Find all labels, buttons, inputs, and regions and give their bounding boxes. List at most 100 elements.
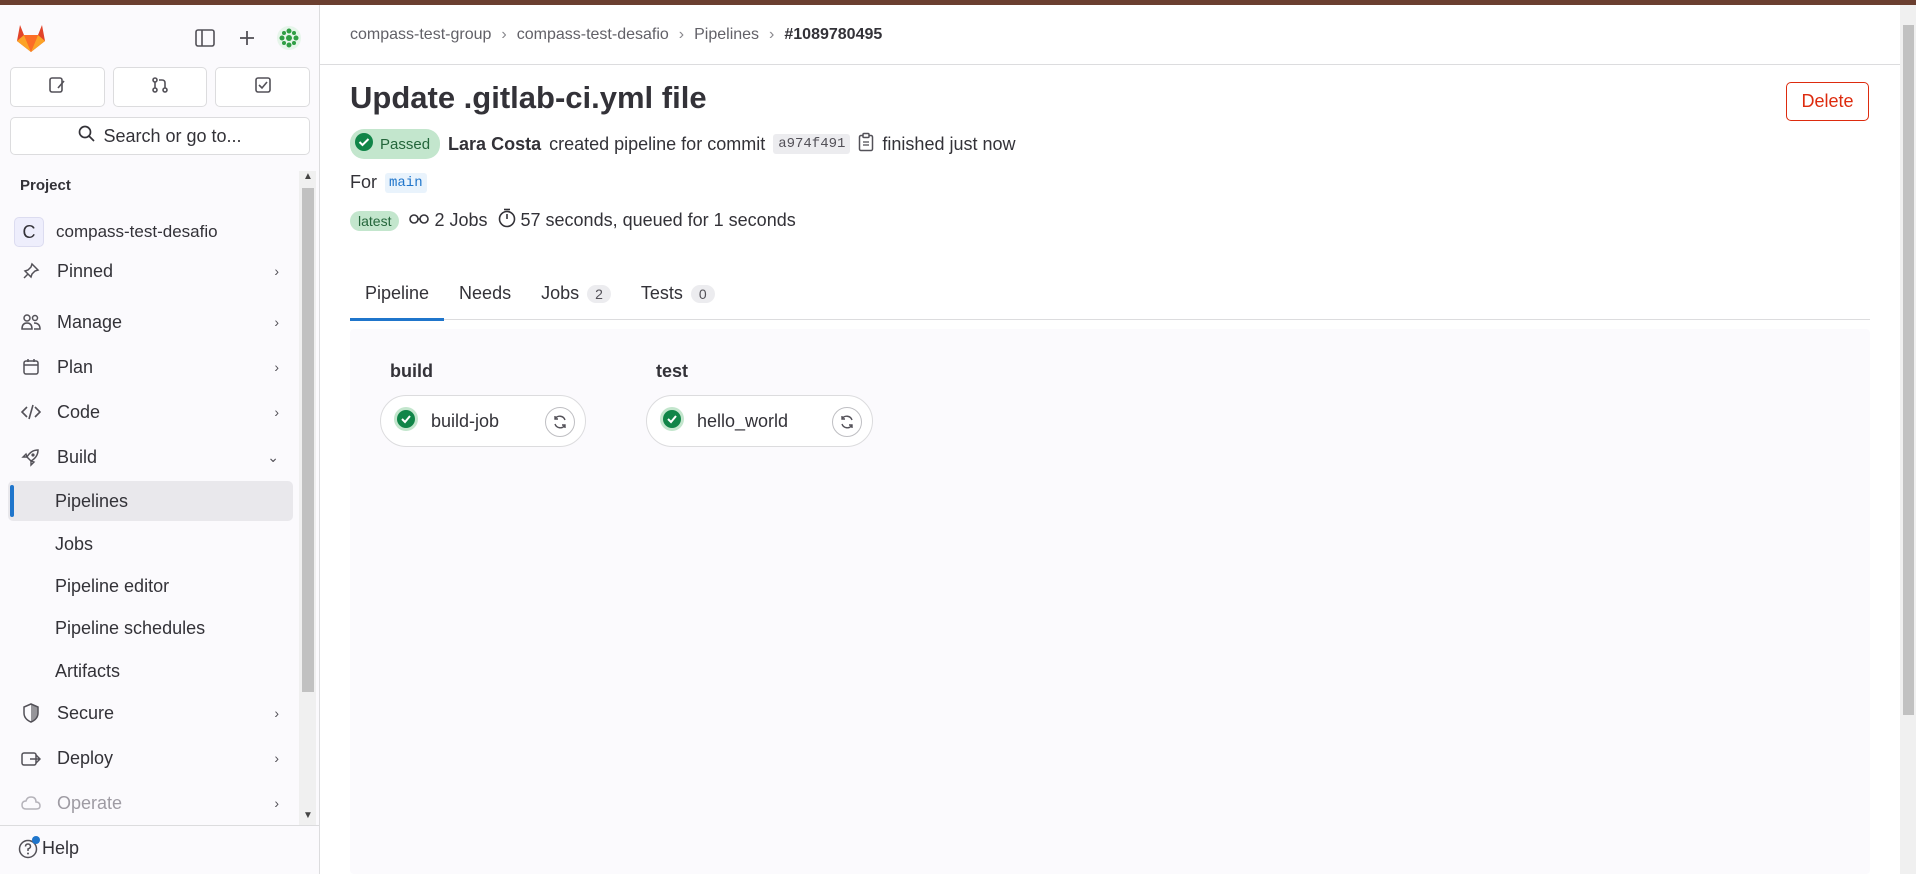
jobs-count: 2 Jobs xyxy=(409,210,488,231)
check-circle-icon xyxy=(659,406,685,437)
search-button[interactable]: Search or go to... xyxy=(10,117,310,155)
chevron-right-icon: › xyxy=(274,404,279,420)
tab-jobs[interactable]: Jobs 2 xyxy=(526,268,626,320)
author-link[interactable]: Lara Costa xyxy=(448,134,541,155)
sidebar-item-build[interactable]: Build ⌄ xyxy=(8,437,293,477)
sidebar-item-operate[interactable]: Operate › xyxy=(8,783,293,823)
tab-pipeline[interactable]: Pipeline xyxy=(350,268,445,321)
duration-label: 57 seconds, queued for 1 seconds xyxy=(520,210,796,230)
sidebar-section-title: Project xyxy=(20,177,71,194)
breadcrumb-group[interactable]: compass-test-group xyxy=(350,26,491,44)
sidebar-item-code[interactable]: Code › xyxy=(8,392,293,432)
plus-icon[interactable] xyxy=(234,25,260,51)
sidebar-subitem-artifacts[interactable]: Artifacts xyxy=(8,651,293,691)
sidebar-item-plan[interactable]: Plan › xyxy=(8,347,293,387)
sidebar-subitem-label: Artifacts xyxy=(55,660,121,681)
sidebar-item-secure[interactable]: Secure › xyxy=(8,693,293,733)
status-badge[interactable]: Passed xyxy=(350,129,441,159)
shield-icon xyxy=(20,703,42,723)
sidebar: Search or go to... Project C compass-tes… xyxy=(0,5,320,874)
tab-label: Tests xyxy=(640,283,683,303)
main-scrollbar-thumb[interactable] xyxy=(1903,25,1914,715)
chevron-down-icon: ⌄ xyxy=(267,448,279,465)
latest-badge: latest xyxy=(350,210,400,231)
users-icon xyxy=(20,313,42,331)
chevron-right-icon: › xyxy=(274,314,279,330)
chevron-right-icon: › xyxy=(678,25,685,43)
search-icon xyxy=(78,125,96,147)
chevron-right-icon: › xyxy=(274,795,279,811)
jobs-count-label: 2 Jobs xyxy=(434,210,488,230)
job-hello-world[interactable]: hello_world xyxy=(646,395,873,447)
sidebar-subitem-jobs[interactable]: Jobs xyxy=(8,524,293,564)
breadcrumb: compass-test-group › compass-test-desafi… xyxy=(320,5,1900,65)
sidebar-project-link[interactable]: C compass-test-desafio xyxy=(14,217,218,247)
sidebar-item-label: Manage xyxy=(57,311,123,332)
sidebar-item-label: Pinned xyxy=(57,260,114,281)
sidebar-item-label: Plan xyxy=(57,356,94,377)
sidebar-item-deploy[interactable]: Deploy › xyxy=(8,738,293,778)
commit-sha-link[interactable]: a974f491 xyxy=(773,134,851,154)
sidebar-item-label: Deploy xyxy=(57,747,114,768)
check-circle-icon xyxy=(393,406,419,437)
chevron-right-icon: › xyxy=(274,750,279,766)
tab-needs[interactable]: Needs xyxy=(444,268,526,320)
help-button[interactable]: Help xyxy=(18,835,79,859)
breadcrumb-current[interactable]: #1089780495 xyxy=(784,26,882,44)
help-icon xyxy=(18,835,40,859)
sidebar-subitem-pipelines[interactable]: Pipelines xyxy=(8,481,293,521)
stage-title-test: test xyxy=(656,361,689,381)
job-build-job[interactable]: build-job xyxy=(380,395,586,447)
merge-request-icon xyxy=(151,76,169,99)
pipeline-tabs: Pipeline Needs Jobs 2 Tests 0 xyxy=(350,268,1870,321)
tab-count-badge: 2 xyxy=(587,284,611,303)
rocket-icon xyxy=(20,447,42,467)
code-icon xyxy=(20,404,42,420)
pipeline-graph: build build-job test hello_world xyxy=(350,329,1870,874)
sidebar-toggle-icon[interactable] xyxy=(192,25,218,51)
scroll-up-arrow-icon[interactable]: ▲ xyxy=(302,171,314,182)
tab-label: Pipeline xyxy=(365,283,430,303)
sidebar-subitem-pipeline-schedules[interactable]: Pipeline schedules xyxy=(8,608,293,648)
pipeline-icon xyxy=(409,210,430,231)
chevron-right-icon: › xyxy=(769,25,775,43)
retry-icon[interactable] xyxy=(832,407,862,437)
chevron-right-icon: › xyxy=(274,359,279,375)
finished-text: finished just now xyxy=(882,133,1016,154)
copy-icon[interactable] xyxy=(858,132,874,157)
job-name: hello_world xyxy=(697,410,789,431)
sidebar-subitem-label: Pipelines xyxy=(55,490,129,511)
retry-icon[interactable] xyxy=(545,407,575,437)
notification-dot xyxy=(32,835,40,844)
sidebar-item-pinned[interactable]: Pinned › xyxy=(8,251,293,291)
breadcrumb-project[interactable]: compass-test-desafio xyxy=(517,26,669,44)
sidebar-scrollbar-thumb[interactable] xyxy=(302,188,314,692)
merge-requests-button[interactable] xyxy=(112,67,208,107)
issues-button[interactable] xyxy=(10,67,105,107)
calendar-icon xyxy=(20,358,42,376)
branch-line: For main xyxy=(350,172,427,193)
page-title: Update .gitlab-ci.yml file xyxy=(350,80,707,115)
check-circle-icon xyxy=(354,132,374,156)
project-avatar: C xyxy=(14,217,44,247)
breadcrumb-pipelines[interactable]: Pipelines xyxy=(694,26,759,44)
sidebar-subitem-label: Pipeline schedules xyxy=(55,617,206,638)
sidebar-item-label: Code xyxy=(57,401,101,422)
sidebar-header xyxy=(0,5,319,65)
gitlab-logo-icon[interactable] xyxy=(14,21,48,53)
todos-button[interactable] xyxy=(215,67,311,107)
tab-tests[interactable]: Tests 0 xyxy=(626,268,730,320)
scroll-down-arrow-icon[interactable]: ▼ xyxy=(302,810,314,821)
branch-link[interactable]: main xyxy=(385,172,427,193)
project-name: compass-test-desafio xyxy=(56,222,218,241)
avatar[interactable] xyxy=(276,25,302,51)
sidebar-subitem-pipeline-editor[interactable]: Pipeline editor xyxy=(8,566,293,606)
deploy-icon xyxy=(20,749,42,767)
delete-button[interactable]: Delete xyxy=(1786,82,1869,121)
search-placeholder: Search or go to... xyxy=(103,125,242,146)
pipeline-meta: latest 2 Jobs 57 seconds, queued for 1 s… xyxy=(350,208,796,233)
created-text: created pipeline for commit xyxy=(549,133,766,154)
sidebar-item-manage[interactable]: Manage › xyxy=(8,302,293,342)
pin-icon xyxy=(20,262,42,280)
sidebar-quick-buttons xyxy=(10,67,311,107)
